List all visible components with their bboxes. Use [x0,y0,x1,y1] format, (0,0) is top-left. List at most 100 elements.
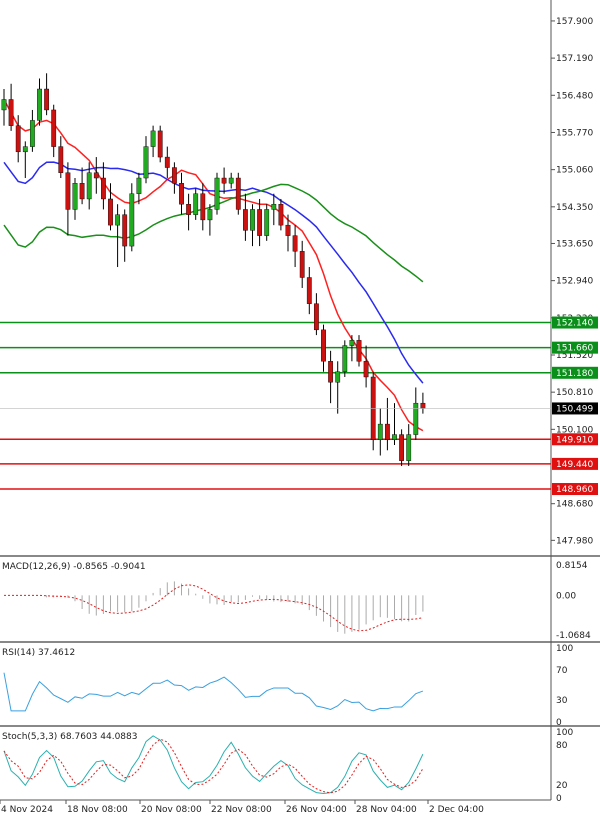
candle[interactable] [164,156,170,168]
candle[interactable] [278,203,284,226]
candle[interactable] [356,340,362,362]
price-panel [0,0,551,555]
stoch-tick-label: 80 [556,741,568,751]
rsi-title: RSI(14) 37.4612 [2,648,75,658]
level-tag-label: 149.440 [556,460,593,470]
candle[interactable] [413,402,419,435]
macd-signal-line [4,584,423,632]
price-tick-label: 148.680 [556,500,593,510]
stoch-title: Stoch(5,3,3) 68.7603 44.0883 [2,732,137,742]
candle[interactable] [150,130,156,147]
candle[interactable] [285,224,291,236]
candle[interactable] [335,371,341,383]
rsi-tick-label: 30 [556,696,568,706]
level-tag-label: 151.180 [556,369,593,379]
candle[interactable] [207,209,213,221]
candle[interactable] [349,340,355,346]
candle[interactable] [115,214,121,226]
candle[interactable] [271,203,277,210]
price-tick-label: 150.810 [556,388,593,398]
candle[interactable] [292,235,298,252]
price-tick-label: 152.940 [556,277,593,287]
time-tick-label: 22 Nov 08:00 [211,805,272,815]
candle[interactable] [157,130,163,158]
candle[interactable] [257,209,262,236]
candle[interactable] [264,209,270,236]
candle[interactable] [314,303,319,331]
rsi-tick-label: 100 [556,644,573,654]
candle[interactable] [15,125,21,153]
price-tick-label: 156.480 [556,91,593,101]
candle[interactable] [122,214,128,247]
candle[interactable] [44,88,50,111]
candle[interactable] [37,88,42,121]
time-axis: 4 Nov 2024 18 Nov 08:00 20 Nov 08:00 22 Nov… [0,800,484,815]
candle[interactable] [221,177,227,184]
time-tick-label: 26 Nov 04:00 [286,805,347,815]
candle[interactable] [214,177,220,210]
candle[interactable] [377,423,383,441]
candle[interactable] [321,329,326,362]
candle[interactable] [79,183,85,200]
candle[interactable] [58,146,64,173]
candle[interactable] [363,361,369,378]
rsi-panel: 100 70 30 0 [3,644,573,728]
candle[interactable] [108,198,113,226]
candle[interactable] [129,193,135,247]
macd-title: MACD(12,26,9) -0.8565 -0.9041 [2,562,146,572]
candle[interactable] [179,183,184,205]
candle[interactable] [406,434,412,461]
candle[interactable] [8,99,14,126]
candle[interactable] [171,167,177,184]
candle[interactable] [420,402,426,409]
candle[interactable] [65,172,71,210]
candle[interactable] [228,177,234,184]
level-tag-label: 152.140 [556,319,593,329]
candle[interactable] [51,109,57,147]
candle[interactable] [235,177,241,210]
candle[interactable] [200,193,206,221]
candle[interactable] [342,345,348,372]
stoch-tick-label: 20 [556,781,568,791]
macd-panel: 0.8154 0.00 -1.0684 [4,561,591,641]
candle[interactable] [22,146,28,153]
candle[interactable] [30,120,35,147]
price-tick-label: 147.980 [556,536,593,546]
level-tag-label: 149.910 [556,435,593,445]
candle[interactable] [186,203,191,215]
time-tick-label: 20 Nov 08:00 [141,805,202,815]
candle[interactable] [328,361,333,383]
candle[interactable] [385,423,390,441]
macd-tick-label: 0.8154 [556,561,588,571]
rsi-tick-label: 0 [556,718,562,728]
macd-tick-label: -1.0684 [556,631,591,641]
candle[interactable] [93,172,99,179]
stoch-tick-label: 100 [556,728,573,738]
current-price-label: 150.499 [556,404,593,414]
time-tick-label: 18 Nov 08:00 [67,805,128,815]
candle[interactable] [86,172,92,200]
candle[interactable] [143,146,149,179]
time-tick-label: 2 Dec 04:00 [429,805,484,815]
price-tick-label: 155.770 [556,128,593,138]
time-tick-label: 28 Nov 04:00 [356,805,417,815]
candle[interactable] [193,193,199,215]
level-tag-label: 148.960 [556,485,593,495]
candle[interactable] [72,183,78,210]
candle[interactable] [250,209,255,231]
candle[interactable] [100,177,106,200]
candle[interactable] [392,434,397,441]
stoch-k-line [3,735,424,794]
price-tick-label: 155.060 [556,166,593,176]
candle[interactable] [306,277,312,304]
candle[interactable] [136,177,142,194]
candle[interactable] [399,434,404,461]
rsi-line [3,672,424,712]
stoch-tick-label: 0 [556,794,562,804]
trading-chart[interactable]: 157.900 157.190 156.480 155.770 155.060 154.3… [0,0,600,816]
price-tick-label: 157.900 [556,17,593,27]
rsi-tick-label: 70 [556,666,568,676]
candle[interactable] [1,99,7,111]
candle[interactable] [242,209,248,231]
candle[interactable] [299,251,305,278]
